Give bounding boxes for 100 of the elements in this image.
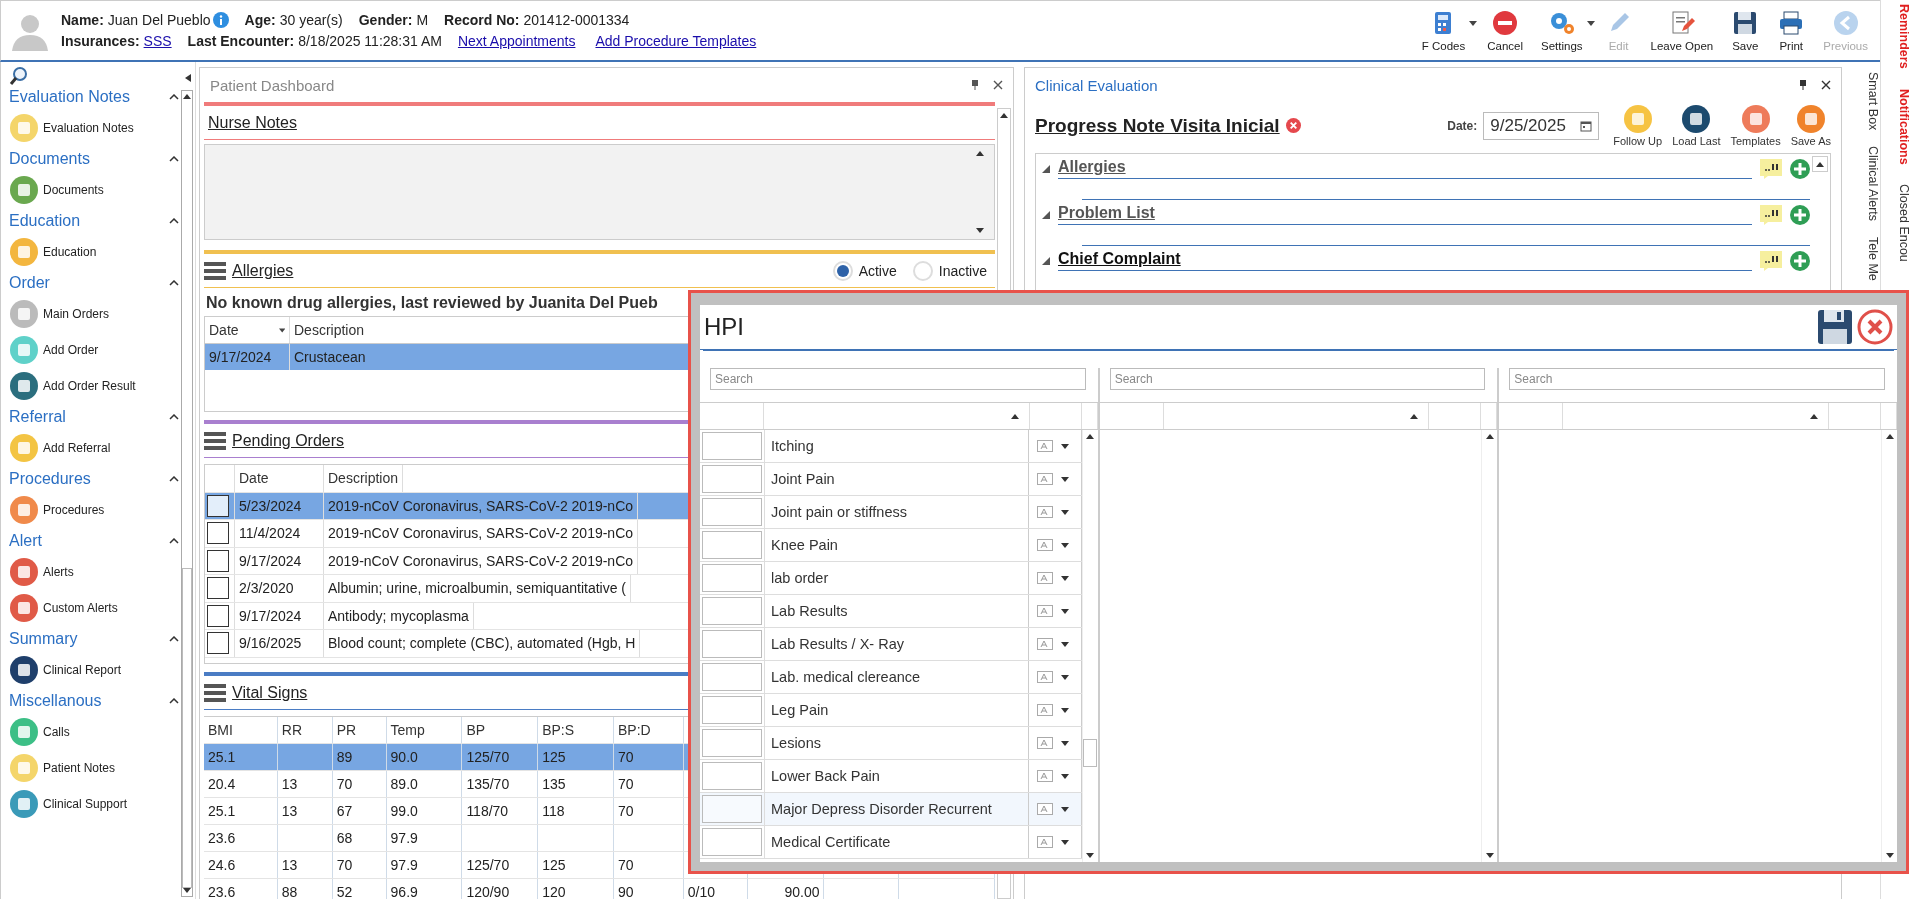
radio-icon[interactable]: [912, 260, 933, 281]
expand-icon[interactable]: [1042, 164, 1050, 173]
value-field[interactable]: [702, 498, 762, 526]
notes-field[interactable]: [204, 144, 995, 240]
sort-icon[interactable]: [278, 327, 285, 333]
search-field[interactable]: Search: [1509, 368, 1885, 390]
column-header[interactable]: Description: [328, 470, 399, 487]
close-icon[interactable]: [1821, 80, 1831, 90]
table-row[interactable]: 23.6 88 52 96.9 120/90 120 90 0/10 90.00: [204, 879, 995, 899]
section-title[interactable]: Vital Signs: [232, 683, 308, 702]
list-row[interactable]: Medical Certificate: [700, 826, 1082, 859]
list-row[interactable]: lab order: [700, 562, 1082, 595]
group-title[interactable]: Alert: [9, 532, 42, 550]
toolbar-button[interactable]: Save: [1723, 7, 1768, 54]
scroll-up-icon[interactable]: [183, 94, 191, 99]
column-header[interactable]: Temp: [390, 722, 425, 738]
collapse-icon[interactable]: [185, 74, 191, 82]
checkbox[interactable]: [207, 494, 229, 517]
sidebar-item[interactable]: Main Orders: [9, 296, 185, 332]
expand-icon[interactable]: [1042, 256, 1050, 265]
list-row[interactable]: Joint pain or stiffness: [700, 496, 1082, 529]
header-link[interactable]: Next Appointments: [457, 33, 576, 49]
toolbar-button[interactable]: Cancel: [1479, 7, 1531, 54]
column-header[interactable]: BP:S: [542, 722, 575, 738]
sidebar-item[interactable]: Patient Notes: [9, 750, 185, 786]
value-field[interactable]: [702, 630, 762, 658]
header-link[interactable]: Add Procedure Templates: [595, 33, 757, 49]
sidebar-item[interactable]: Procedures: [9, 492, 185, 528]
toolbar-button[interactable]: Print: [1769, 7, 1814, 54]
quote-icon[interactable]: [1760, 158, 1782, 179]
value-field[interactable]: [702, 696, 762, 724]
insurance-link[interactable]: SSS: [143, 33, 172, 49]
toolbar-button[interactable]: Leave Open: [1642, 7, 1722, 54]
value-field[interactable]: [702, 597, 762, 625]
value-field[interactable]: [702, 465, 762, 493]
group-title[interactable]: Documents: [9, 150, 90, 168]
group-title[interactable]: Evaluation Notes: [9, 88, 130, 106]
list-row[interactable]: Leg Pain: [700, 694, 1082, 727]
scroll-down-icon[interactable]: [1485, 853, 1494, 858]
sidebar-item[interactable]: Custom Alerts: [9, 590, 185, 626]
scroll-thumb[interactable]: [182, 568, 192, 888]
action-button[interactable]: Follow Up: [1611, 104, 1665, 147]
chevron-icon[interactable]: [169, 698, 179, 704]
value-field[interactable]: [702, 531, 762, 559]
chevron-icon[interactable]: [169, 414, 179, 420]
sidebar-item[interactable]: Calls: [9, 714, 185, 750]
pin-icon[interactable]: [1799, 80, 1807, 90]
scroll-up-icon[interactable]: [1485, 434, 1494, 439]
column-header[interactable]: BMI: [208, 722, 233, 738]
side-tab[interactable]: Closed Encou: [1881, 180, 1911, 267]
sidebar-item[interactable]: Education: [9, 234, 185, 270]
toolbar-button[interactable]: Settings: [1533, 7, 1591, 54]
scroll-thumb[interactable]: [1083, 739, 1098, 767]
sidebar-item[interactable]: Documents: [9, 172, 185, 208]
radio-icon[interactable]: [832, 260, 853, 281]
scrollbar[interactable]: [1812, 156, 1828, 172]
side-tab[interactable]: Notifications: [1881, 84, 1911, 169]
list-row[interactable]: Knee Pain: [700, 529, 1082, 562]
value-field[interactable]: [702, 432, 762, 460]
list-row[interactable]: Lab. medical clereance: [700, 661, 1082, 694]
column-header[interactable]: Description: [294, 322, 365, 338]
list-row[interactable]: Itching: [700, 430, 1082, 463]
column-header[interactable]: BP: [466, 722, 486, 738]
scroll-down-icon[interactable]: [1885, 853, 1894, 858]
caret-icon[interactable]: [1469, 21, 1478, 26]
column-header[interactable]: RR: [281, 722, 303, 738]
list-row[interactable]: Lab Results / X- Ray: [700, 628, 1082, 661]
side-tab[interactable]: Reminders: [1881, 0, 1911, 73]
chevron-icon[interactable]: [169, 218, 179, 224]
section-title[interactable]: Chief Complaint: [1058, 250, 1752, 271]
radio-button[interactable]: Inactive: [912, 260, 987, 281]
sidebar-item[interactable]: Evaluation Notes: [9, 110, 185, 146]
scrollbar[interactable]: [181, 90, 193, 897]
search-field[interactable]: Search: [1109, 368, 1486, 390]
chevron-icon[interactable]: [169, 156, 179, 162]
group-title[interactable]: Procedures: [9, 470, 91, 488]
scroll-up-icon[interactable]: [1000, 113, 1008, 118]
info-icon[interactable]: [212, 12, 229, 28]
scroll-down-icon[interactable]: [1086, 853, 1095, 858]
column-header[interactable]: BP:D: [618, 722, 651, 738]
sidebar-item[interactable]: Clinical Support: [9, 786, 185, 822]
toolbar-button[interactable]: F Codes: [1413, 7, 1474, 54]
menu-icon[interactable]: [204, 431, 226, 450]
value-field[interactable]: [702, 663, 762, 691]
scroll-up-icon[interactable]: [1086, 434, 1095, 439]
sidebar-item[interactable]: Alerts: [9, 554, 185, 590]
list-row[interactable]: Lab Results: [700, 595, 1082, 628]
search-field[interactable]: Search: [710, 368, 1086, 390]
value-field[interactable]: [702, 795, 762, 823]
value-field[interactable]: [702, 564, 762, 592]
checkbox[interactable]: [207, 604, 229, 627]
column-header[interactable]: Date: [239, 470, 269, 487]
sort-icon[interactable]: [1410, 413, 1419, 419]
checkbox[interactable]: [207, 549, 229, 572]
column-header[interactable]: PR: [336, 722, 357, 738]
scroll-up-icon[interactable]: [1816, 161, 1824, 167]
expand-icon[interactable]: [1042, 210, 1050, 219]
section-title[interactable]: Problem List: [1058, 204, 1752, 225]
value-field[interactable]: [702, 828, 762, 856]
radio-button[interactable]: Active: [832, 260, 897, 281]
